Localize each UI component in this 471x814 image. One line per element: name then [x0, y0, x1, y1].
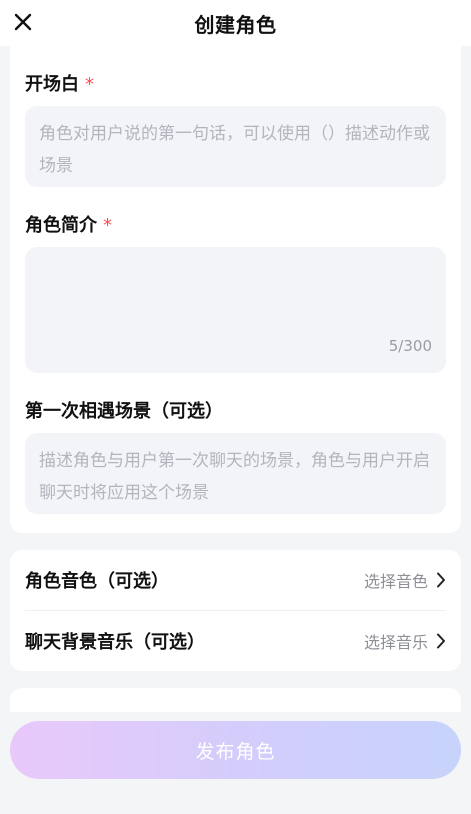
- required-mark: *: [85, 74, 94, 95]
- music-option-row[interactable]: 聊天背景音乐（可选） 选择音乐: [25, 611, 446, 671]
- character-form-card: 开场白 * 角色对用户说的第一句话，可以使用（）描述动作或场景 角色简介 * 5/3…: [10, 30, 461, 533]
- options-card: 角色音色（可选） 选择音色 聊天背景音乐（可选） 选择音乐: [10, 550, 461, 671]
- intro-label-text: 角色简介: [25, 215, 97, 236]
- opening-line-input[interactable]: 角色对用户说的第一句话，可以使用（）描述动作或场景: [25, 106, 446, 187]
- opening-line-label: 开场白 *: [25, 70, 94, 96]
- create-character-page: 开场白 * 角色对用户说的第一句话，可以使用（）描述动作或场景 角色简介 * 5/3…: [0, 0, 471, 814]
- music-option-label: 聊天背景音乐（可选）: [25, 632, 205, 653]
- required-mark: *: [103, 215, 112, 236]
- voice-option-row[interactable]: 角色音色（可选） 选择音色: [25, 550, 446, 610]
- opening-line-label-text: 开场白: [25, 74, 79, 95]
- select-voice-text: 选择音色: [363, 572, 428, 591]
- voice-option-label: 角色音色（可选）: [25, 571, 169, 592]
- first-scene-placeholder: 描述角色与用户第一次聊天的场景，角色与用户开启聊天时将应用这个场景: [39, 451, 430, 503]
- chevron-right-icon: [436, 633, 446, 649]
- top-nav-bar: 创建角色: [0, 0, 471, 46]
- publish-character-button[interactable]: 发布角色: [10, 721, 461, 779]
- voice-option-action[interactable]: 选择音色: [364, 568, 446, 592]
- opening-line-placeholder: 角色对用户说的第一句话，可以使用（）描述动作或场景: [39, 124, 430, 176]
- intro-char-counter: 5/300: [388, 337, 432, 355]
- page-title: 创建角色: [194, 13, 277, 37]
- intro-textarea[interactable]: 5/300: [25, 247, 446, 373]
- music-option-action[interactable]: 选择音乐: [364, 629, 446, 653]
- first-scene-label: 第一次相遇场景（可选）: [25, 401, 223, 422]
- first-scene-input[interactable]: 描述角色与用户第一次聊天的场景，角色与用户开启聊天时将应用这个场景: [25, 433, 446, 514]
- chevron-right-icon: [436, 572, 446, 588]
- intro-label: 角色简介 *: [25, 211, 112, 237]
- select-music-text: 选择音乐: [363, 633, 428, 652]
